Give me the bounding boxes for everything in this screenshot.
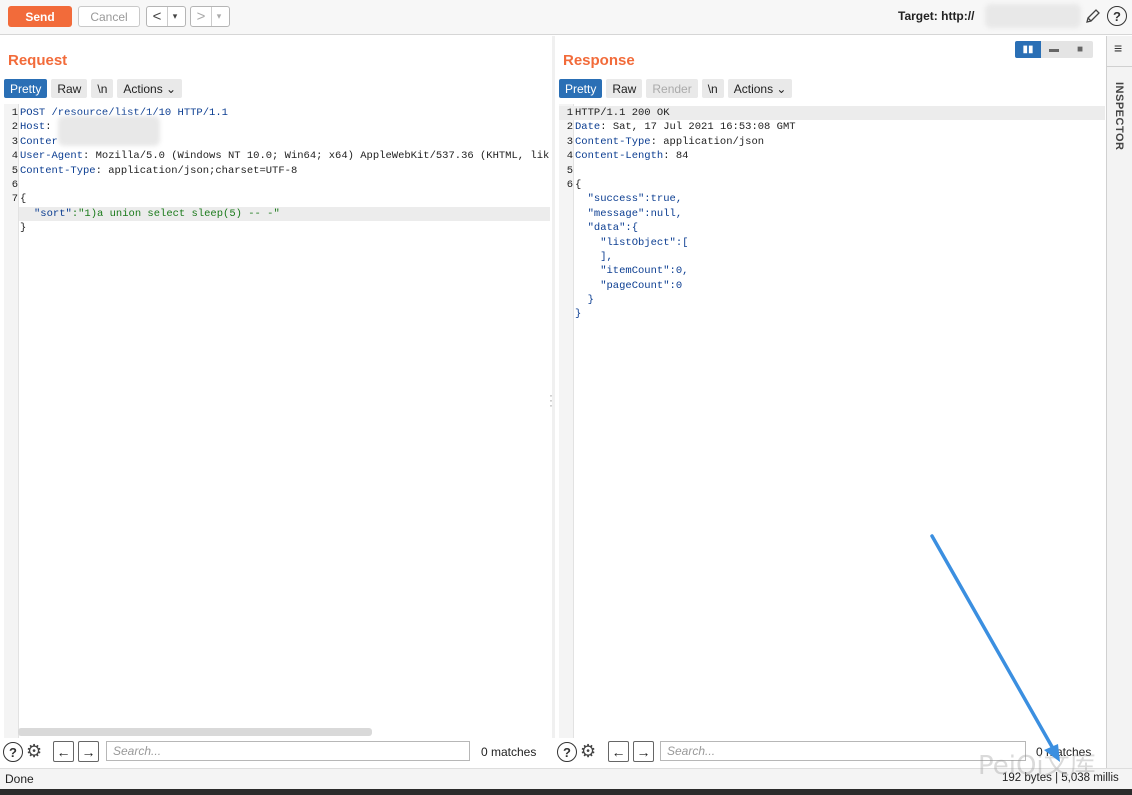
response-tab-render[interactable]: Render: [646, 79, 698, 98]
request-tabs: Pretty Raw \n Actions ⌄: [4, 79, 183, 98]
help-icon[interactable]: ?: [557, 742, 577, 762]
code-line: ],: [575, 250, 613, 263]
code-line: 6{: [566, 178, 582, 191]
response-tab-raw[interactable]: Raw: [606, 79, 643, 98]
request-editor[interactable]: 1 POST /resource/list/1/10 HTTP/1.1 2 Host…: [4, 104, 550, 738]
single-pane-icon[interactable]: ■: [1067, 41, 1093, 58]
request-tab-raw[interactable]: Raw: [51, 79, 88, 98]
inspector-panel: ≡ INSPECTOR: [1106, 36, 1132, 768]
send-button[interactable]: Send: [8, 6, 72, 27]
code-line: "itemCount":0,: [575, 265, 689, 278]
split-horizontal-icon[interactable]: ▮▮: [1015, 41, 1041, 58]
annotation-arrow-icon: [930, 534, 1060, 762]
horizontal-scrollbar[interactable]: [18, 728, 372, 736]
code-line: "pageCount":0: [575, 279, 683, 292]
cancel-button[interactable]: Cancel: [78, 6, 140, 27]
forward-arrow-icon[interactable]: >: [191, 7, 211, 26]
code-line: 5: [566, 164, 573, 177]
response-lines: 1 HTTP/1.1 200 OK 2 Date: Sat, 17 Jul 2021…: [559, 106, 1105, 322]
code-line: }: [20, 222, 27, 235]
menu-icon[interactable]: ≡: [1114, 40, 1122, 56]
history-back-group[interactable]: < ▾: [146, 6, 186, 27]
status-text: Done: [5, 772, 34, 786]
drag-handle-icon[interactable]: · · ·: [549, 389, 553, 411]
search-prev-button[interactable]: ←: [608, 741, 629, 762]
request-tab-actions[interactable]: Actions ⌄: [117, 79, 183, 98]
pane-divider[interactable]: [552, 36, 555, 738]
response-tab-newline[interactable]: \n: [701, 79, 724, 98]
code-line: "success":true,: [575, 193, 683, 206]
response-tab-actions[interactable]: Actions ⌄: [727, 79, 793, 98]
help-icon[interactable]: ?: [3, 742, 23, 762]
code-line: "listObject":[: [575, 236, 689, 249]
pencil-icon[interactable]: [1084, 7, 1102, 25]
inspector-tab[interactable]: INSPECTOR: [1113, 82, 1125, 150]
target-label: Target: http://: [898, 9, 975, 23]
response-tabs: Pretty Raw Render \n Actions ⌄: [559, 79, 793, 98]
search-next-button[interactable]: →: [633, 741, 654, 762]
split-vertical-icon[interactable]: ▬: [1041, 41, 1067, 58]
status-bar: [0, 768, 1132, 789]
forward-dropdown-icon[interactable]: ▾: [211, 7, 226, 26]
request-search-input[interactable]: Search...: [106, 741, 470, 761]
request-title: Request: [8, 52, 68, 69]
request-match-count: 0 matches: [481, 745, 537, 759]
history-forward-group[interactable]: > ▾: [190, 6, 230, 27]
code-line: }: [575, 294, 594, 307]
help-icon[interactable]: ?: [1107, 6, 1127, 26]
code-line: "data":{: [575, 222, 639, 235]
request-tab-newline[interactable]: \n: [91, 79, 114, 98]
redacted-target-host: [985, 4, 1081, 28]
settings-gear-icon[interactable]: ⚙: [580, 741, 596, 762]
code-line: 6: [11, 178, 18, 191]
back-dropdown-icon[interactable]: ▾: [167, 7, 182, 26]
layout-toggle[interactable]: ▮▮ ▬ ■: [1015, 41, 1093, 58]
code-line: 4 Content-Length: 84: [566, 150, 689, 163]
code-line: 4 User-Agent: Mozilla/5.0 (Windows NT 10.…: [11, 150, 550, 163]
settings-gear-icon[interactable]: ⚙: [26, 741, 42, 762]
code-line: 5 Content-Type: application/json;charset=…: [11, 164, 298, 177]
search-prev-button[interactable]: ←: [53, 741, 74, 762]
code-line: }: [575, 308, 582, 321]
response-tab-pretty[interactable]: Pretty: [559, 79, 603, 98]
response-title: Response: [563, 52, 635, 69]
redacted-host: [58, 116, 160, 146]
code-line-highlighted: 1 HTTP/1.1 200 OK: [559, 106, 1105, 121]
search-next-button[interactable]: →: [78, 741, 99, 762]
code-line: 2 Date: Sat, 17 Jul 2021 16:53:08 GMT: [566, 121, 796, 134]
code-line: 7{: [11, 193, 27, 206]
code-line: "message":null,: [575, 207, 683, 220]
request-tab-pretty[interactable]: Pretty: [4, 79, 48, 98]
code-line-highlighted: "sort":"1)a union select sleep(5) -- -": [19, 206, 550, 222]
bottom-strip: [0, 789, 1132, 795]
code-line: 3 Content-Type: application/json: [566, 135, 765, 148]
back-arrow-icon[interactable]: <: [147, 7, 167, 26]
